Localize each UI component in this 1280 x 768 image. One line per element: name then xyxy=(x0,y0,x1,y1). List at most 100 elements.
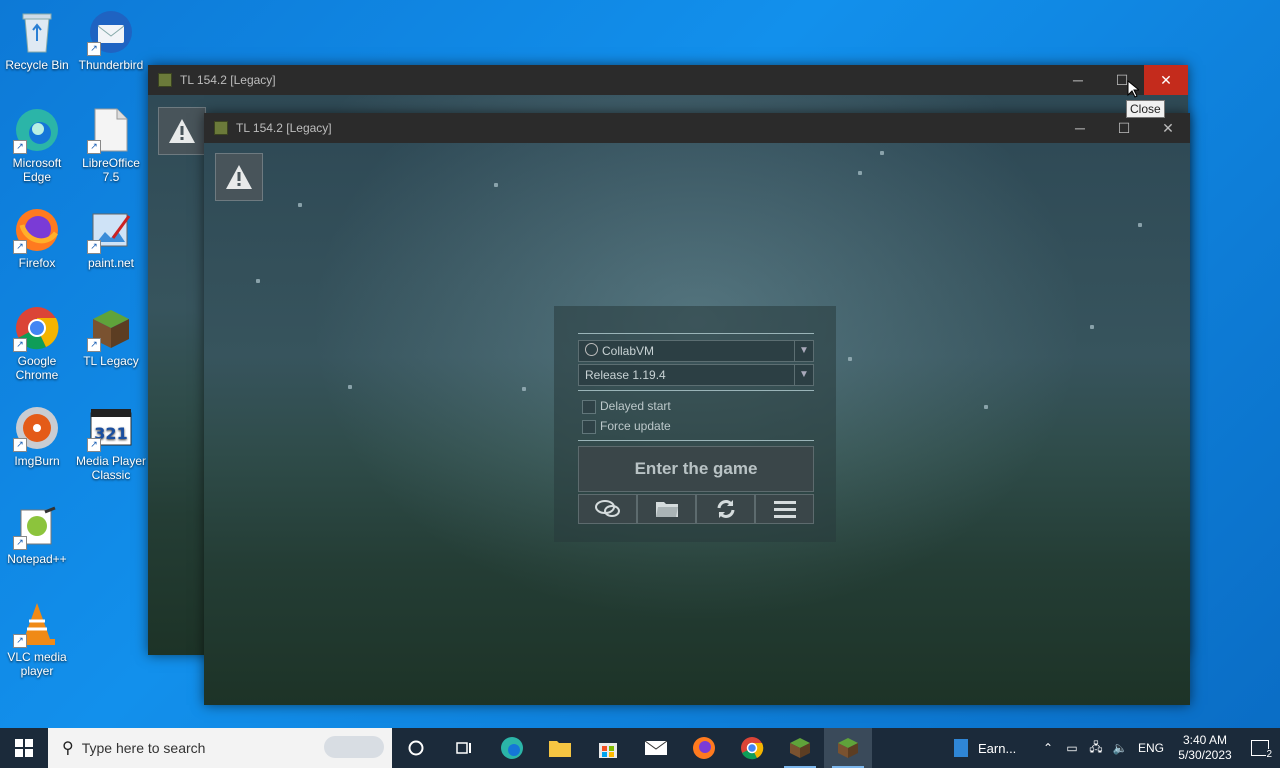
title-bar[interactable]: TL 154.2 [Legacy] ─ ☐ ✕ xyxy=(148,65,1188,95)
running-app-earn[interactable]: Earn... xyxy=(954,739,1036,757)
desktop-icon-label: Google Chrome xyxy=(15,354,59,382)
desktop-icon-libreoffice[interactable]: ↗ LibreOffice 7.5 xyxy=(74,106,148,184)
snow-particle xyxy=(1090,325,1094,329)
mouse-cursor-icon xyxy=(1127,80,1139,98)
taskbar-search-box[interactable]: ⚲ Type here to search xyxy=(48,728,392,768)
edge-icon: ↗ xyxy=(13,106,61,154)
close-button[interactable]: ✕ xyxy=(1144,65,1188,95)
title-bar[interactable]: TL 154.2 [Legacy] ─ ☐ ✕ xyxy=(204,113,1190,143)
divider xyxy=(578,440,814,441)
chat-icon[interactable] xyxy=(578,494,637,524)
media-player-icon: 321 ↗ xyxy=(87,404,135,452)
desktop-icon-paintnet[interactable]: ↗ paint.net xyxy=(74,206,148,270)
clock[interactable]: 3:40 AM 5/30/2023 xyxy=(1170,733,1240,763)
snow-particle xyxy=(522,387,526,391)
document-icon: ↗ xyxy=(87,106,135,154)
desktop-icon-label: Notepad++ xyxy=(7,552,67,566)
chevron-up-icon[interactable]: ⌃ xyxy=(1036,741,1060,755)
divider xyxy=(578,390,814,391)
user-icon xyxy=(585,343,598,356)
desktop-icon-chrome[interactable]: ↗ Google Chrome xyxy=(0,304,74,382)
window-title: TL 154.2 [Legacy] xyxy=(236,121,332,135)
desktop-icon-label: LibreOffice 7.5 xyxy=(82,156,140,184)
password-lock-icon xyxy=(324,736,384,758)
notification-center-button[interactable]: 2 xyxy=(1240,728,1280,768)
snow-particle xyxy=(298,203,302,207)
desktop-icon-label: VLC media player xyxy=(7,650,67,678)
windows-logo-icon xyxy=(15,739,33,757)
app-icon xyxy=(158,73,172,87)
network-icon[interactable]: 🖧 xyxy=(1084,738,1108,759)
warning-button[interactable] xyxy=(158,107,206,155)
snow-particle xyxy=(256,279,260,283)
snow-particle xyxy=(858,171,862,175)
version-select[interactable]: Release 1.19.4 ▼ xyxy=(578,364,814,386)
desktop-icon-vlc[interactable]: ↗ VLC media player xyxy=(0,600,74,678)
time: 3:40 AM xyxy=(1182,733,1228,747)
cortana-icon[interactable] xyxy=(392,728,440,768)
snow-particle xyxy=(348,385,352,389)
start-button[interactable] xyxy=(0,728,48,768)
paint-icon: ↗ xyxy=(87,206,135,254)
snow-particle xyxy=(984,405,988,409)
launcher-toolbar xyxy=(578,494,814,524)
chevron-down-icon: ▼ xyxy=(794,365,813,385)
folder-icon[interactable] xyxy=(637,494,696,524)
search-placeholder: Type here to search xyxy=(81,740,206,756)
volume-muted-icon[interactable]: 🔈 xyxy=(1108,741,1132,755)
notification-count: 2 xyxy=(1266,749,1272,760)
tl-legacy-icon[interactable] xyxy=(824,728,872,768)
chrome-icon: ↗ xyxy=(13,304,61,352)
desktop-icon-notepadpp[interactable]: ↗ Notepad++ xyxy=(0,502,74,566)
force-update-checkbox[interactable] xyxy=(582,420,596,434)
desktop-icon-label: Thunderbird xyxy=(78,58,144,72)
desktop-icon-label: Microsoft Edge xyxy=(12,156,62,184)
taskbar: ⚲ Type here to search Earn... ⌃ ▭ 🖧 🔈 EN… xyxy=(0,728,1280,768)
menu-icon[interactable] xyxy=(755,494,814,524)
desktop-icon-mpc[interactable]: 321 ↗ Media Player Classic xyxy=(74,404,148,482)
warning-icon xyxy=(226,165,252,189)
tl-legacy-icon[interactable] xyxy=(776,728,824,768)
task-view-icon[interactable] xyxy=(440,728,488,768)
snow-particle xyxy=(494,183,498,187)
search-icon: ⚲ xyxy=(62,740,74,757)
desktop-icon-label: Firefox xyxy=(18,256,56,270)
desktop-icon-imgburn[interactable]: ↗ ImgBurn xyxy=(0,404,74,468)
close-tooltip: Close xyxy=(1126,100,1165,118)
minimize-button[interactable]: ─ xyxy=(1058,113,1102,143)
refresh-icon[interactable] xyxy=(696,494,755,524)
language-indicator[interactable]: ENG xyxy=(1132,741,1170,755)
snow-particle xyxy=(848,357,852,361)
desktop-icon-recycle-bin[interactable]: Recycle Bin xyxy=(0,8,74,72)
document-icon xyxy=(954,739,968,757)
desktop-icon-label: TL Legacy xyxy=(83,354,139,368)
firefox-icon: ↗ xyxy=(13,206,61,254)
account-select[interactable]: CollabVM ▼ xyxy=(578,340,814,362)
delayed-start-checkbox[interactable] xyxy=(582,400,596,414)
mail-icon[interactable] xyxy=(632,728,680,768)
desktop-icon-edge[interactable]: ↗ Microsoft Edge xyxy=(0,106,74,184)
enter-game-button[interactable]: Enter the game xyxy=(578,446,814,492)
minimize-button[interactable]: ─ xyxy=(1056,65,1100,95)
warning-button[interactable] xyxy=(215,153,263,201)
desktop-icon-tl-legacy[interactable]: ↗ TL Legacy xyxy=(74,304,148,368)
snow-particle xyxy=(1138,223,1142,227)
app-icon xyxy=(214,121,228,135)
grass-block-icon: ↗ xyxy=(87,304,135,352)
window-title: TL 154.2 [Legacy] xyxy=(180,73,276,87)
desktop-icon-thunderbird[interactable]: ↗ Thunderbird xyxy=(74,8,148,72)
warning-icon xyxy=(169,119,195,143)
recycle-bin-icon xyxy=(13,8,61,56)
account-value: CollabVM xyxy=(585,341,654,361)
desktop-icon-label: Recycle Bin xyxy=(5,58,69,72)
desktop-icon-firefox[interactable]: ↗ Firefox xyxy=(0,206,74,270)
store-icon[interactable] xyxy=(584,728,632,768)
chrome-icon[interactable] xyxy=(728,728,776,768)
firefox-icon[interactable] xyxy=(680,728,728,768)
meet-now-icon[interactable]: ▭ xyxy=(1060,741,1084,755)
divider xyxy=(578,333,814,334)
edge-icon[interactable] xyxy=(488,728,536,768)
file-explorer-icon[interactable] xyxy=(536,728,584,768)
system-tray: Earn... ⌃ ▭ 🖧 🔈 ENG 3:40 AM 5/30/2023 2 xyxy=(954,728,1280,768)
chevron-down-icon: ▼ xyxy=(794,341,813,361)
